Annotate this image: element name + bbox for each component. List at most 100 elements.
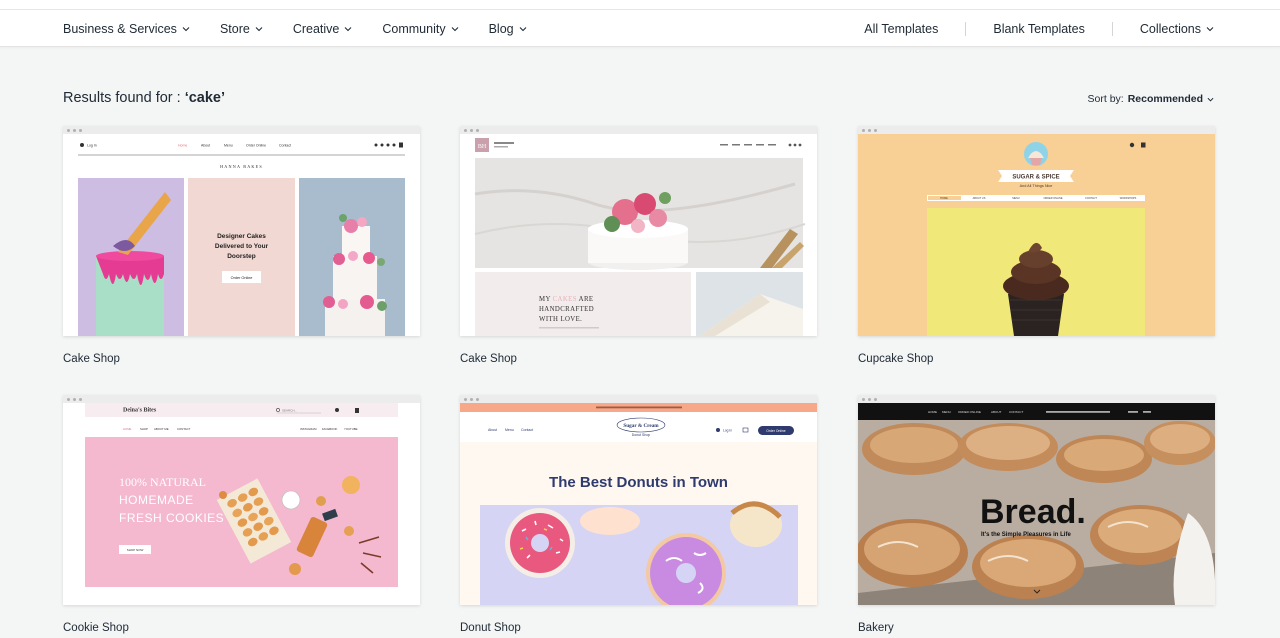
svg-text:ABOUT ME: ABOUT ME (154, 427, 169, 431)
preview-headline: Bread. (980, 493, 1086, 531)
template-thumbnail[interactable]: BH MY CAKES ARE HANDCRAFTED WITH LOVE. (460, 126, 817, 336)
nav-creative[interactable]: Creative (293, 22, 353, 36)
browser-dots (460, 126, 817, 134)
sort-dropdown[interactable]: Sort by: Recommended (1088, 93, 1214, 105)
chevron-down-icon (1207, 97, 1214, 102)
svg-text:WITH LOVE.: WITH LOVE. (539, 316, 582, 323)
svg-text:HOME: HOME (940, 197, 948, 200)
cake-shop-preview: Log In Home About Menu Order Online Cont… (63, 134, 420, 336)
preview-brand: Deina's Bites (123, 408, 157, 414)
template-card-donut-shop[interactable]: About Menu Contact Sugar & Cream Donut S… (460, 395, 817, 634)
svg-text:HOME: HOME (123, 427, 132, 431)
svg-text:ORDER ONLINE: ORDER ONLINE (1043, 197, 1062, 200)
sort-value: Recommended (1127, 93, 1203, 105)
browser-dots (63, 395, 420, 403)
template-thumbnail[interactable]: Deina's Bites SEARCH... HOME SHOP ABOUT … (63, 395, 420, 605)
template-title[interactable]: Cupcake Shop (858, 353, 1215, 365)
svg-text:WORKSHOPS: WORKSHOPS (1120, 197, 1137, 200)
template-thumbnail[interactable]: About Menu Contact Sugar & Cream Donut S… (460, 395, 817, 605)
nav-business-services[interactable]: Business & Services (63, 22, 190, 36)
svg-text:YOUTUBE: YOUTUBE (344, 427, 358, 431)
template-title[interactable]: Cake Shop (63, 353, 420, 365)
svg-text:About: About (201, 144, 210, 148)
svg-text:FACEBOOK: FACEBOOK (322, 427, 338, 431)
svg-text:Delivered to Your: Delivered to Your (215, 243, 269, 250)
preview-cta: SHOP NOW (127, 548, 144, 552)
preview-search: SEARCH... (282, 408, 297, 412)
preview-login: Log In (723, 428, 732, 432)
svg-text:FRESH COOKIES: FRESH COOKIES (119, 511, 224, 525)
sort-label: Sort by: (1087, 93, 1124, 105)
donut-shop-preview: About Menu Contact Sugar & Cream Donut S… (460, 403, 817, 605)
svg-text:HOMEMADE: HOMEMADE (119, 493, 194, 507)
category-menu: Business & Services Store Creative Commu… (63, 10, 557, 47)
template-card-cake-shop-2[interactable]: BH MY CAKES ARE HANDCRAFTED WITH LOVE. C… (460, 126, 817, 365)
wedding-cake-preview: BH MY CAKES ARE HANDCRAFTED WITH LOVE. (460, 134, 817, 336)
svg-text:MENU: MENU (1012, 197, 1020, 200)
svg-text:Donut Shop: Donut Shop (632, 433, 651, 437)
svg-text:HOME: HOME (928, 410, 937, 414)
preview-tagline: MY CAKES ARE (539, 296, 593, 303)
browser-dots (858, 395, 1215, 403)
nav-store[interactable]: Store (220, 22, 263, 36)
svg-text:CONTACT: CONTACT (1009, 410, 1023, 414)
svg-text:SHOP: SHOP (140, 427, 148, 431)
preview-brand: SUGAR & SPICE (1012, 175, 1059, 181)
nav-community[interactable]: Community (382, 22, 458, 36)
template-title[interactable]: Cookie Shop (63, 622, 420, 634)
svg-text:About: About (488, 428, 497, 432)
cupcake-shop-preview: SUGAR & SPICE And All Things Nice HOME A… (858, 134, 1215, 336)
svg-text:Contact: Contact (279, 144, 291, 148)
preview-brand: Sugar & Cream (623, 423, 659, 429)
preview-cta: Order Online (231, 276, 253, 280)
browser-dots (460, 395, 817, 403)
svg-text:ORDER ONLINE: ORDER ONLINE (958, 410, 981, 414)
top-strip (0, 0, 1280, 10)
preview-cta: Order Online (766, 429, 786, 433)
browser-dots (63, 126, 420, 134)
top-nav: Business & Services Store Creative Commu… (0, 10, 1280, 47)
template-links: All Templates Blank Templates Collection… (864, 10, 1214, 47)
preview-login: Log In (87, 144, 97, 148)
template-thumbnail[interactable]: Log In Home About Menu Order Online Cont… (63, 126, 420, 336)
divider (1111, 21, 1113, 36)
svg-text:ABOUT US: ABOUT US (973, 197, 986, 200)
template-card-cookie-shop[interactable]: Deina's Bites SEARCH... HOME SHOP ABOUT … (63, 395, 420, 634)
blank-templates-link[interactable]: Blank Templates (993, 22, 1085, 36)
preview-headline: The Best Donuts in Town (549, 474, 728, 491)
svg-text:Order Online: Order Online (246, 144, 266, 148)
svg-text:It's the Simple Pleasures in L: It's the Simple Pleasures in Life (981, 532, 1071, 538)
preview-headline: 100% NATURAL (119, 475, 206, 489)
chevron-down-icon (182, 26, 190, 31)
svg-text:INSTAGRAM: INSTAGRAM (300, 427, 317, 431)
chevron-down-icon (519, 26, 527, 31)
template-card-bakery[interactable]: HOME MENU ORDER ONLINE ABOUT CONTACT Bre… (858, 395, 1215, 634)
divider (965, 21, 967, 36)
results-heading: Results found for : ‘cake’ (63, 90, 226, 106)
chevron-down-icon (451, 26, 458, 31)
template-title[interactable]: Bakery (858, 622, 1215, 634)
svg-text:Designer Cakes: Designer Cakes (217, 233, 266, 240)
template-thumbnail[interactable]: SUGAR & SPICE And All Things Nice HOME A… (858, 126, 1215, 336)
svg-text:And All Things Nice: And All Things Nice (1020, 184, 1053, 188)
browser-dots (858, 126, 1215, 134)
template-thumbnail[interactable]: HOME MENU ORDER ONLINE ABOUT CONTACT Bre… (858, 395, 1215, 605)
nav-blog[interactable]: Blog (489, 22, 527, 36)
svg-text:Doorstep: Doorstep (227, 253, 256, 260)
template-card-cupcake-shop[interactable]: SUGAR & SPICE And All Things Nice HOME A… (858, 126, 1215, 365)
cookie-shop-preview: Deina's Bites SEARCH... HOME SHOP ABOUT … (63, 403, 420, 605)
chevron-down-icon (1206, 26, 1214, 31)
collections-menu[interactable]: Collections (1140, 22, 1214, 36)
svg-text:Menu: Menu (224, 144, 233, 148)
all-templates-link[interactable]: All Templates (864, 22, 938, 36)
template-title[interactable]: Donut Shop (460, 622, 817, 634)
svg-text:HANDCRAFTED: HANDCRAFTED (539, 306, 594, 313)
search-query: ‘cake’ (184, 90, 226, 106)
chevron-down-icon (255, 26, 263, 31)
preview-logo: BH (478, 144, 487, 150)
svg-text:ABOUT: ABOUT (991, 410, 1002, 414)
template-title[interactable]: Cake Shop (460, 353, 817, 365)
chevron-down-icon (344, 26, 352, 31)
svg-text:Menu: Menu (505, 428, 514, 432)
template-card-cake-shop-1[interactable]: Log In Home About Menu Order Online Cont… (63, 126, 420, 365)
